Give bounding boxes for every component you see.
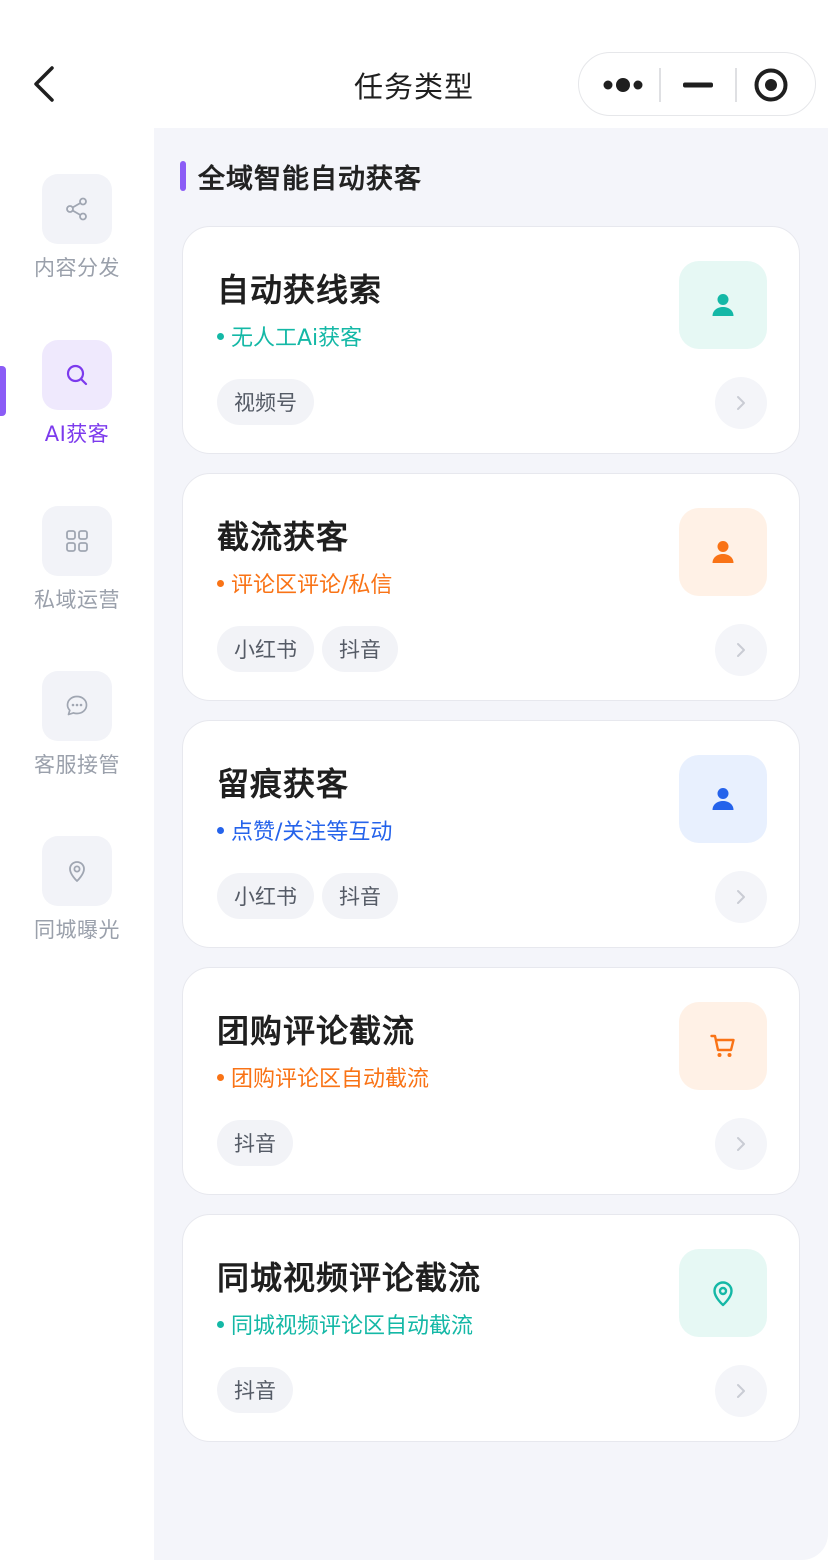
- target-circle-icon: [754, 68, 788, 102]
- share-icon: [42, 174, 112, 244]
- platform-tag: 小红书: [217, 626, 314, 672]
- task-card-auto-leads[interactable]: 自动获线索 无人工Ai获客 视频号: [182, 226, 800, 454]
- task-card-intercept[interactable]: 截流获客 评论区评论/私信 小红书 抖音: [182, 473, 800, 701]
- platform-tag: 抖音: [217, 1120, 293, 1166]
- card-subtitle: 点赞/关注等互动: [217, 814, 392, 846]
- minimize-button[interactable]: [661, 53, 735, 117]
- sidebar-item-label: 内容分发: [34, 256, 120, 280]
- platform-tag: 抖音: [322, 873, 398, 919]
- card-subtitle-text: 团购评论区自动截流: [231, 1067, 430, 1092]
- chevron-right-icon[interactable]: [715, 377, 767, 429]
- sidebar-item-ai-acquisition[interactable]: AI获客: [0, 340, 154, 470]
- platform-tags: 小红书 抖音: [217, 626, 398, 672]
- location-pin-icon: [42, 836, 112, 906]
- platform-tags: 小红书 抖音: [217, 873, 398, 919]
- card-subtitle-text: 评论区评论/私信: [231, 573, 393, 598]
- card-title: 团购评论截流: [217, 1012, 416, 1050]
- bullet-dot: [217, 332, 224, 340]
- app-frame: 任务类型 内容分发 AI获客 私域运营 客服接管 同城曝光 全域智能自动获客 自…: [0, 0, 828, 1560]
- task-card-local-video[interactable]: 同城视频评论截流 同城视频评论区自动截流 抖音: [182, 1214, 800, 1442]
- platform-tags: 抖音: [217, 1367, 293, 1413]
- bullet-dot: [217, 1320, 224, 1328]
- sidebar-item-private-domain[interactable]: 私域运营: [0, 506, 154, 636]
- location-pin-icon: [679, 1249, 767, 1337]
- user-icon: [679, 755, 767, 843]
- card-subtitle-text: 无人工Ai获客: [231, 326, 363, 351]
- sidebar-item-label: 私域运营: [34, 588, 120, 612]
- card-title: 截流获客: [217, 518, 350, 556]
- platform-tag: 视频号: [217, 379, 314, 425]
- card-subtitle: 同城视频评论区自动截流: [217, 1308, 473, 1340]
- chevron-right-icon[interactable]: [715, 1365, 767, 1417]
- sidebar-item-label: AI获客: [44, 422, 110, 446]
- platform-tags: 抖音: [217, 1120, 293, 1166]
- close-button[interactable]: [737, 53, 815, 117]
- sidebar-item-label: 同城曝光: [34, 918, 120, 942]
- section-accent-bar: [180, 161, 186, 191]
- card-title: 同城视频评论截流: [217, 1259, 482, 1297]
- more-button[interactable]: [579, 53, 659, 117]
- active-indicator: [0, 366, 6, 416]
- sidebar-item-content-distribution[interactable]: 内容分发: [0, 174, 154, 304]
- card-subtitle: 评论区评论/私信: [217, 567, 392, 599]
- chevron-right-icon[interactable]: [715, 624, 767, 676]
- sidebar-item-customer-service[interactable]: 客服接管: [0, 671, 154, 801]
- nav-header: 任务类型: [0, 0, 828, 128]
- minimize-icon: [683, 82, 713, 88]
- card-subtitle-text: 点赞/关注等互动: [231, 820, 393, 845]
- category-sidebar: 内容分发 AI获客 私域运营 客服接管 同城曝光: [0, 128, 154, 1560]
- grid-icon: [42, 506, 112, 576]
- card-title: 自动获线索: [217, 271, 383, 309]
- chat-bubble-icon: [42, 671, 112, 741]
- card-subtitle-text: 同城视频评论区自动截流: [231, 1314, 474, 1339]
- card-subtitle: 团购评论区自动截流: [217, 1061, 429, 1093]
- section-header: 全域智能自动获客: [180, 160, 422, 195]
- bullet-dot: [217, 579, 224, 587]
- platform-tag: 小红书: [217, 873, 314, 919]
- bullet-dot: [217, 826, 224, 834]
- task-card-group-buy[interactable]: 团购评论截流 团购评论区自动截流 抖音: [182, 967, 800, 1195]
- sidebar-item-local-exposure[interactable]: 同城曝光: [0, 836, 154, 966]
- more-dots-icon: [603, 78, 643, 92]
- section-title: 全域智能自动获客: [198, 163, 422, 195]
- user-icon: [679, 508, 767, 596]
- platform-tag: 抖音: [217, 1367, 293, 1413]
- chevron-right-icon[interactable]: [715, 1118, 767, 1170]
- task-type-panel: 全域智能自动获客 自动获线索 无人工Ai获客 视频号 截流获客 评论区评论/私信…: [154, 128, 828, 1560]
- platform-tag: 抖音: [322, 626, 398, 672]
- mini-program-capsule: [578, 52, 816, 116]
- cart-icon: [679, 1002, 767, 1090]
- platform-tags: 视频号: [217, 379, 314, 425]
- card-subtitle: 无人工Ai获客: [217, 320, 362, 352]
- chevron-right-icon[interactable]: [715, 871, 767, 923]
- bullet-dot: [217, 1073, 224, 1081]
- card-title: 留痕获客: [217, 765, 350, 803]
- search-icon: [42, 340, 112, 410]
- task-card-interaction-trace[interactable]: 留痕获客 点赞/关注等互动 小红书 抖音: [182, 720, 800, 948]
- user-icon: [679, 261, 767, 349]
- sidebar-item-label: 客服接管: [34, 753, 120, 777]
